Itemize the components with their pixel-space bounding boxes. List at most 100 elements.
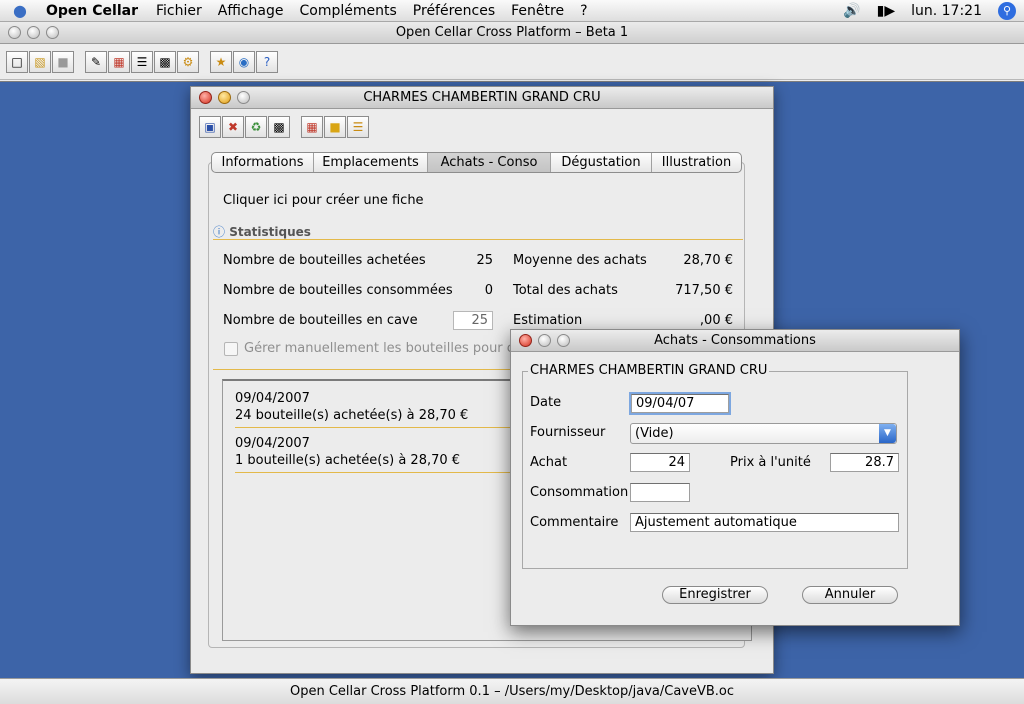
supplier-select[interactable]: (Vide) ▼ bbox=[630, 423, 897, 444]
spotlight-search-icon[interactable]: ⚲ bbox=[998, 1, 1016, 20]
tab-emplacements[interactable]: Emplacements bbox=[314, 153, 428, 172]
wizard-icon[interactable]: ★ bbox=[210, 51, 232, 73]
menu-clock[interactable]: lun. 17:21 bbox=[903, 3, 990, 19]
info-icon: ⓘ bbox=[213, 225, 226, 239]
menu-app-name[interactable]: Open Cellar bbox=[40, 3, 148, 19]
main-toolbar: □ ▧ ■ ✎ ▦ ☰ ▩ ⚙ ★ ◉ ? bbox=[0, 45, 1024, 80]
estimate-label: Estimation bbox=[513, 313, 583, 328]
battery-icon[interactable]: ▮▶ bbox=[869, 3, 903, 19]
help-icon[interactable]: ? bbox=[256, 51, 278, 73]
comment-field[interactable]: Ajustement automatique bbox=[630, 513, 899, 532]
card-icon[interactable]: ▩ bbox=[154, 51, 176, 73]
list-item-date: 09/04/2007 bbox=[235, 391, 310, 406]
purchase-label: Achat bbox=[530, 455, 568, 470]
wine-window-title: CHARMES CHAMBERTIN GRAND CRU bbox=[363, 90, 601, 105]
bin-icon[interactable]: ♻ bbox=[245, 116, 267, 138]
tools-icon[interactable]: ⚙ bbox=[177, 51, 199, 73]
delete-icon[interactable]: ✖ bbox=[222, 116, 244, 138]
list-divider bbox=[235, 427, 515, 428]
manual-manage-checkbox[interactable] bbox=[224, 342, 238, 356]
save-button[interactable]: Enregistrer bbox=[662, 586, 768, 604]
zoom-window-button[interactable] bbox=[46, 26, 59, 39]
stats-divider bbox=[213, 239, 743, 240]
tab-bar: Informations Emplacements Achats - Conso… bbox=[211, 152, 742, 173]
disabled-tool-icon[interactable]: ■ bbox=[52, 51, 74, 73]
menu-affichage[interactable]: Affichage bbox=[210, 3, 292, 19]
card-view-icon[interactable]: ▩ bbox=[268, 116, 290, 138]
tab-illustration[interactable]: Illustration bbox=[652, 153, 741, 172]
minimize-window-button[interactable] bbox=[27, 26, 40, 39]
open-folder-icon[interactable]: ▧ bbox=[29, 51, 51, 73]
section-divider bbox=[213, 369, 543, 370]
bought-value: 25 bbox=[476, 253, 493, 268]
grid-view-icon[interactable]: ▦ bbox=[301, 116, 323, 138]
status-text: Open Cellar Cross Platform 0.1 – /Users/… bbox=[289, 684, 735, 699]
total-value: 717,50 € bbox=[675, 283, 733, 298]
unit-price-label: Prix à l'unité bbox=[730, 455, 811, 470]
in-cellar-field[interactable]: 25 bbox=[453, 311, 493, 330]
in-cellar-label: Nombre de bouteilles en cave bbox=[223, 313, 418, 328]
status-bar: Open Cellar Cross Platform 0.1 – /Users/… bbox=[0, 678, 1024, 704]
network-icon[interactable]: ◉ bbox=[233, 51, 255, 73]
dialog-zoom-button[interactable] bbox=[557, 334, 570, 347]
dialog-group-title: CHARMES CHAMBERTIN GRAND CRU bbox=[528, 363, 770, 378]
list-item[interactable]: 09/04/2007 24 bouteille(s) achetée(s) à … bbox=[235, 390, 468, 424]
list-icon[interactable]: ☰ bbox=[131, 51, 153, 73]
wine-window-titlebar: CHARMES CHAMBERTIN GRAND CRU bbox=[191, 87, 773, 109]
menu-bar: ● Open Cellar Fichier Affichage Compléme… bbox=[0, 0, 1024, 22]
wine-minimize-button[interactable] bbox=[218, 91, 231, 104]
manual-manage-label: Gérer manuellement les bouteilles pour c… bbox=[244, 341, 522, 356]
new-file-icon[interactable]: □ bbox=[6, 51, 28, 73]
tab-achats-conso[interactable]: Achats - Conso bbox=[428, 153, 551, 172]
tab-degustation[interactable]: Dégustation bbox=[551, 153, 652, 172]
dialog-titlebar: Achats - Consommations bbox=[511, 330, 959, 352]
main-window-titlebar: Open Cellar Cross Platform – Beta 1 bbox=[0, 22, 1024, 44]
unit-price-field[interactable]: 28.7 bbox=[830, 453, 899, 472]
dialog-close-button[interactable] bbox=[519, 334, 532, 347]
consumption-label: Consommation bbox=[530, 485, 629, 500]
date-label: Date bbox=[530, 395, 562, 410]
note-icon[interactable]: ■ bbox=[324, 116, 346, 138]
tab-informations[interactable]: Informations bbox=[212, 153, 314, 172]
wine-close-button[interactable] bbox=[199, 91, 212, 104]
dialog-title: Achats - Consommations bbox=[654, 333, 816, 348]
create-record-link[interactable]: Cliquer ici pour créer une fiche bbox=[223, 193, 424, 208]
statistics-header-label: Statistiques bbox=[229, 225, 311, 239]
menu-fichier[interactable]: Fichier bbox=[148, 3, 210, 19]
consumption-field[interactable] bbox=[630, 483, 690, 502]
menu-complements[interactable]: Compléments bbox=[292, 3, 405, 19]
supplier-label: Fournisseur bbox=[530, 425, 606, 440]
grid-icon[interactable]: ▦ bbox=[108, 51, 130, 73]
date-field[interactable]: 09/04/07 bbox=[631, 394, 729, 413]
total-label: Total des achats bbox=[513, 283, 618, 298]
close-window-button[interactable] bbox=[8, 26, 21, 39]
list-item-text: 24 bouteille(s) achetée(s) à 28,70 € bbox=[235, 408, 469, 423]
bought-label: Nombre de bouteilles achetées bbox=[223, 253, 426, 268]
consumed-label: Nombre de bouteilles consommées bbox=[223, 283, 453, 298]
save-icon[interactable]: ▣ bbox=[199, 116, 221, 138]
average-value: 28,70 € bbox=[683, 253, 733, 268]
average-label: Moyenne des achats bbox=[513, 253, 647, 268]
purchase-dialog: Achats - Consommations CHARMES CHAMBERTI… bbox=[510, 329, 960, 626]
menu-preferences[interactable]: Préférences bbox=[405, 3, 503, 19]
edit-icon[interactable]: ✎ bbox=[85, 51, 107, 73]
purchase-field[interactable]: 24 bbox=[630, 453, 690, 472]
list-divider bbox=[235, 472, 515, 473]
menu-fenetre[interactable]: Fenêtre bbox=[503, 3, 572, 19]
cancel-button[interactable]: Annuler bbox=[802, 586, 898, 604]
supplier-select-value: (Vide) bbox=[635, 426, 674, 441]
statistics-header: ⓘ Statistiques bbox=[213, 223, 311, 240]
menu-help[interactable]: ? bbox=[572, 3, 595, 19]
wine-zoom-button[interactable] bbox=[237, 91, 250, 104]
estimate-value: ,00 € bbox=[699, 313, 733, 328]
volume-icon[interactable]: 🔊 bbox=[835, 3, 868, 19]
stack-icon[interactable]: ☰ bbox=[347, 116, 369, 138]
list-item-text: 1 bouteille(s) achetée(s) à 28,70 € bbox=[235, 453, 461, 468]
main-window-title: Open Cellar Cross Platform – Beta 1 bbox=[395, 25, 629, 40]
dialog-minimize-button[interactable] bbox=[538, 334, 551, 347]
list-item-date: 09/04/2007 bbox=[235, 436, 310, 451]
wine-toolbar: ▣ ✖ ♻ ▩ ▦ ■ ☰ bbox=[199, 115, 370, 139]
list-item[interactable]: 09/04/2007 1 bouteille(s) achetée(s) à 2… bbox=[235, 435, 460, 469]
chevron-down-icon[interactable]: ▼ bbox=[879, 424, 896, 443]
apple-menu-icon[interactable]: ● bbox=[0, 1, 40, 20]
